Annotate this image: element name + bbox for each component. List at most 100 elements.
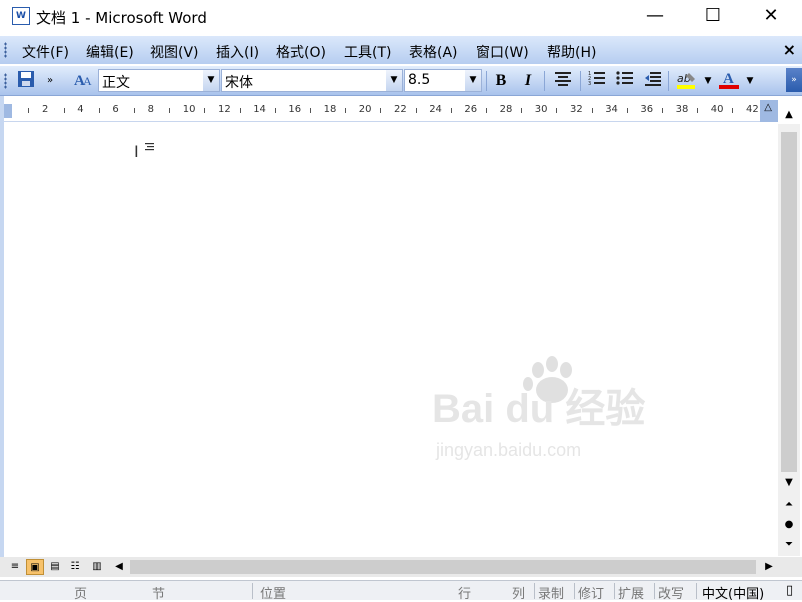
highlight-icon[interactable]: ab [674,70,700,92]
status-extend[interactable]: 扩展 [618,583,644,602]
ruler-tick [274,108,276,113]
ruler-label: 28 [499,104,513,115]
font-size-select[interactable]: 8.5 ▼ [404,69,482,92]
ruler-label: 16 [288,104,302,115]
horizontal-ruler[interactable]: 2 4 6 8 10 12 14 16 18 20 22 24 26 28 30 32 34 36 38 40 42 △ [4,100,778,122]
font-color-icon[interactable]: A [716,70,742,92]
ruler-label: 2 [42,104,49,115]
ruler-tick [697,108,699,113]
menu-edit[interactable]: 编辑(E) [86,42,134,62]
minimize-button[interactable]: — [626,0,684,34]
menubar-grip[interactable] [4,42,7,58]
scroll-right-arrow-icon[interactable]: ▶ [760,559,778,575]
previous-page-icon[interactable]: ⏶ [778,496,800,514]
font-size-value: 8.5 [408,72,431,88]
ruler-label: 24 [429,104,442,115]
toolbar-separator [544,71,545,91]
ruler-tick [591,108,593,113]
font-select[interactable]: 宋体 ▼ [221,69,403,92]
toolbar-overflow-chevron-icon[interactable]: » [786,68,802,92]
status-overtype[interactable]: 改写 [658,583,684,602]
style-select[interactable]: 正文 ▼ [98,69,220,92]
chevron-down-icon[interactable]: ▼ [386,70,402,91]
svg-text:A: A [83,74,92,88]
status-line[interactable]: 行 [458,583,471,602]
font-color-dropdown-chevron-icon[interactable]: ▼ [744,70,756,92]
close-document-icon[interactable]: × [783,40,796,59]
web-layout-view-icon[interactable]: ▣ [26,559,44,575]
spelling-status-icon[interactable]: ▯ [786,583,793,599]
window-title: 文档 1 - Microsoft Word [36,9,207,27]
chevron-down-icon[interactable]: ▼ [203,70,219,91]
status-column[interactable]: 列 [512,583,525,602]
scroll-up-arrow-icon[interactable]: ▲ [778,106,800,124]
ruler-tick [450,108,452,113]
document-page[interactable] [4,124,778,556]
ruler-label: 10 [182,104,196,115]
ruler-label: 26 [464,104,478,115]
status-page[interactable]: 页 [74,583,87,602]
menu-view[interactable]: 视图(V) [150,42,199,62]
menu-table[interactable]: 表格(A) [409,42,458,62]
toolbar-grip[interactable] [4,73,7,89]
numbered-list-icon[interactable]: 123 [586,70,608,92]
italic-button[interactable]: I [517,70,539,92]
menu-window[interactable]: 窗口(W) [476,42,529,62]
ruler-label: 6 [112,104,119,115]
menu-insert[interactable]: 插入(I) [216,42,259,62]
toolbar-options-chevron-icon[interactable]: » [42,70,58,92]
title-bar: W 文档 1 - Microsoft Word — ☐ ✕ [0,0,802,34]
scroll-left-arrow-icon[interactable]: ◀ [110,559,128,575]
ruler-tick [380,108,382,113]
ruler-left-margin[interactable] [4,104,12,118]
status-track-changes[interactable]: 修订 [578,583,604,602]
outline-view-icon[interactable]: ☷ [66,559,84,575]
ruler-label: 38 [675,104,689,115]
font-select-value: 宋体 [225,75,253,91]
svg-text:A: A [723,71,734,87]
bold-button[interactable]: B [490,70,512,92]
status-divider [614,583,615,599]
scroll-down-arrow-icon[interactable]: ▼ [778,474,800,492]
align-center-icon[interactable] [552,70,574,92]
status-section[interactable]: 节 [152,583,165,602]
select-browse-object-icon[interactable]: ● [778,516,800,534]
maximize-button[interactable]: ☐ [684,0,742,34]
close-window-button[interactable]: ✕ [742,0,800,34]
ruler-label: 20 [358,104,372,115]
ruler-label: 34 [605,104,618,115]
ruler-tick [134,108,135,113]
status-language[interactable]: 中文(中国) [702,583,764,602]
ruler-label: 42 [746,104,759,115]
menu-format[interactable]: 格式(O) [276,42,326,62]
normal-view-icon[interactable]: ≡ [6,559,24,575]
word-app-icon[interactable]: W [12,7,30,25]
vertical-scroll-thumb[interactable] [781,132,797,472]
right-indent-marker-icon[interactable]: △ [764,102,772,113]
reading-layout-view-icon[interactable]: ▥ [88,559,106,575]
ruler-label: 18 [323,104,337,115]
status-position[interactable]: 位置 [260,583,286,602]
horizontal-scroll-thumb[interactable] [130,560,756,574]
print-layout-view-icon[interactable]: ▤ [46,559,64,575]
ruler-tick [486,108,487,113]
toolbar-separator [486,71,487,91]
ruler-label: 22 [394,104,407,115]
chevron-down-icon[interactable]: ▼ [465,70,481,91]
paragraph-mark-icon [145,141,155,154]
menu-tools[interactable]: 工具(T) [344,42,391,62]
menu-file[interactable]: 文件(F) [22,42,69,62]
bulleted-list-icon[interactable] [614,70,636,92]
status-record[interactable]: 录制 [538,583,564,602]
ruler-tick [415,108,417,113]
styles-and-formatting-icon[interactable]: AA [72,70,96,92]
save-icon[interactable] [14,70,38,92]
menu-help[interactable]: 帮助(H) [547,42,596,62]
ruler-tick [63,108,65,113]
decrease-indent-icon[interactable] [642,70,664,92]
baidu-paw-logo-icon: Bai du 经验 jingyan.baidu.com [432,356,645,460]
highlight-dropdown-chevron-icon[interactable]: ▼ [702,70,714,92]
next-page-icon[interactable]: ⏷ [778,536,800,554]
status-divider [654,583,655,599]
ruler-label: 36 [640,104,654,115]
